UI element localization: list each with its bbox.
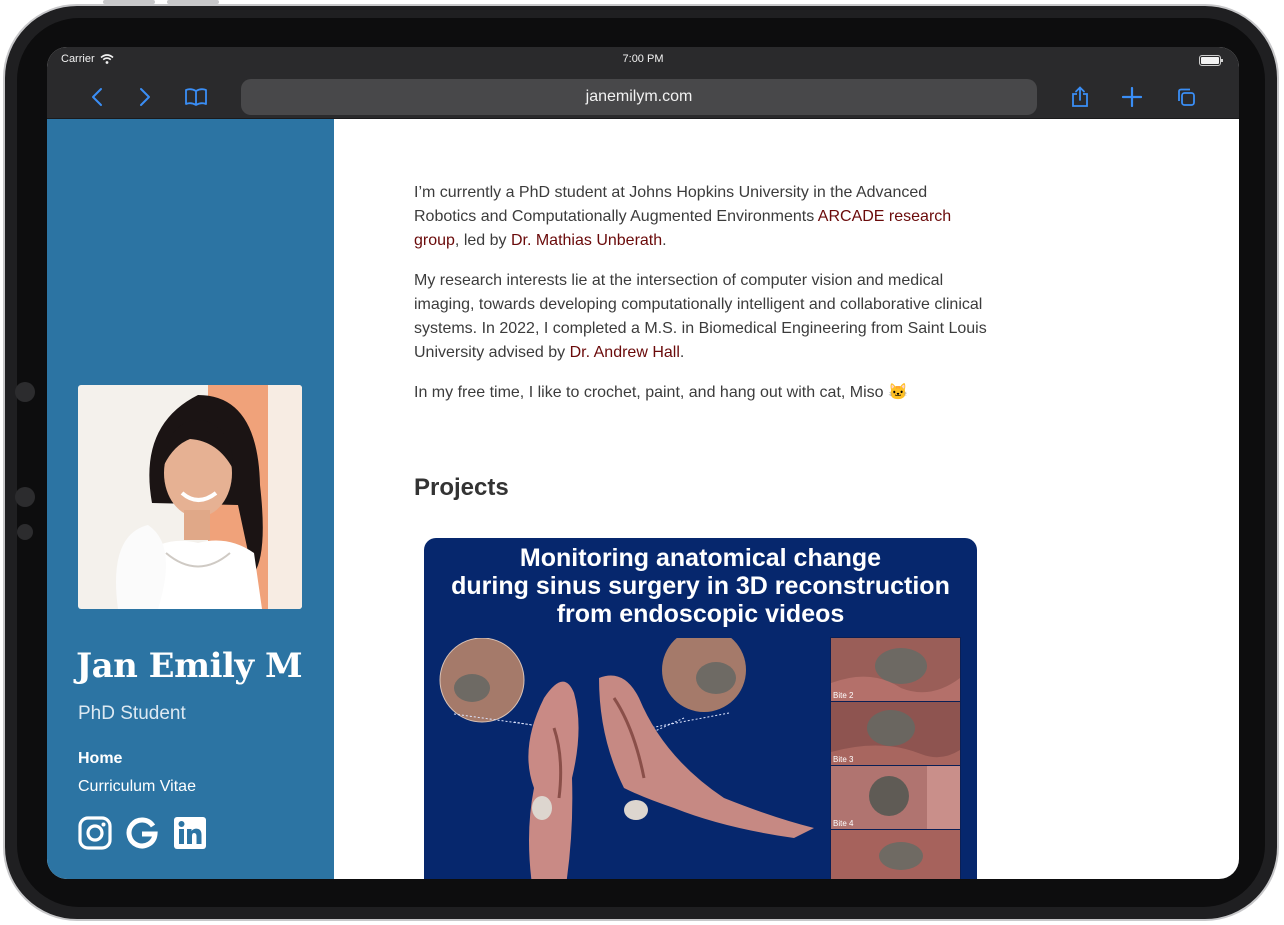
- nav-link-home[interactable]: Home: [78, 750, 122, 768]
- linkedin-icon[interactable]: [173, 816, 207, 850]
- endoscopy-thumbnail: Bite 2: [830, 637, 961, 702]
- safari-toolbar: Carrier 7:00 PM janemilym.com: [47, 47, 1239, 119]
- thumbnail-label: Bite 3: [833, 755, 854, 764]
- thumbnail-label: Bite 2: [833, 691, 854, 700]
- instagram-icon[interactable]: [78, 816, 112, 850]
- tabs-icon: [1178, 88, 1195, 106]
- google-icon[interactable]: [125, 816, 159, 850]
- poster-title: Monitoring anatomical change during sinu…: [424, 544, 977, 628]
- poster-title-line: Monitoring anatomical change: [519, 544, 882, 572]
- tabs-button[interactable]: [1174, 85, 1198, 109]
- hobbies-paragraph: In my free time, I like to crochet, pain…: [414, 384, 908, 401]
- screen: Carrier 7:00 PM janemilym.com Jan Emily …: [47, 47, 1239, 879]
- intro-paragraph: I’m currently a PhD student at Johns Hop…: [414, 181, 989, 253]
- profile-photo: [78, 385, 302, 609]
- endoscopy-thumbnail: [830, 829, 961, 879]
- flash-sensor: [17, 524, 33, 540]
- address-bar[interactable]: janemilym.com: [241, 79, 1037, 115]
- chevron-left-icon: [92, 88, 102, 106]
- battery-icon: [1199, 55, 1223, 66]
- status-bar: Carrier 7:00 PM: [47, 53, 1239, 67]
- research-text: My research interests lie at the interse…: [414, 272, 987, 361]
- status-time: 7:00 PM: [622, 53, 664, 65]
- thumbnail-label: Bite 4: [833, 819, 854, 828]
- plus-icon: [1122, 87, 1142, 107]
- back-button[interactable]: [85, 85, 109, 109]
- portrait-image: [78, 385, 302, 609]
- research-text: .: [679, 344, 685, 361]
- sinus-reconstruction-image: [439, 638, 814, 879]
- ms-advisor-link[interactable]: Dr. Andrew Hall: [570, 344, 680, 361]
- profile-role: PhD Student: [78, 703, 186, 724]
- main-content: I’m currently a PhD student at Johns Hop…: [334, 119, 1239, 879]
- chevron-right-icon: [140, 88, 150, 106]
- intro-text: , led by: [454, 232, 511, 249]
- advisor-link[interactable]: Dr. Mathias Unberath: [511, 232, 662, 249]
- intro-text: .: [662, 232, 667, 249]
- endoscopy-thumbnail: Bite 3: [830, 701, 961, 766]
- new-tab-button[interactable]: [1120, 85, 1144, 109]
- camera-sensor: [15, 382, 35, 402]
- projects-heading: Projects: [414, 474, 509, 501]
- volume-button: [167, 0, 219, 4]
- camera-lens: [15, 487, 35, 507]
- volume-button: [103, 0, 155, 4]
- sidebar: Jan Emily M PhD Student Home Curriculum …: [47, 119, 334, 879]
- share-button[interactable]: [1068, 85, 1092, 109]
- url-text: janemilym.com: [585, 88, 693, 105]
- profile-name: Jan Emily M: [76, 646, 303, 686]
- endoscopy-frame-image: [831, 830, 960, 879]
- project-poster[interactable]: Monitoring anatomical change during sinu…: [424, 538, 977, 879]
- poster-title-line: from endoscopic videos: [556, 600, 845, 628]
- research-paragraph: My research interests lie at the interse…: [414, 269, 989, 365]
- forward-button[interactable]: [133, 85, 157, 109]
- bookmarks-button[interactable]: [184, 85, 208, 109]
- book-icon: [185, 88, 207, 106]
- nav-link-cv[interactable]: Curriculum Vitae: [78, 778, 196, 796]
- poster-title-line: during sinus surgery in 3D reconstructio…: [451, 572, 950, 600]
- share-icon: [1072, 86, 1088, 107]
- endoscopy-thumbnail: Bite 4: [830, 765, 961, 830]
